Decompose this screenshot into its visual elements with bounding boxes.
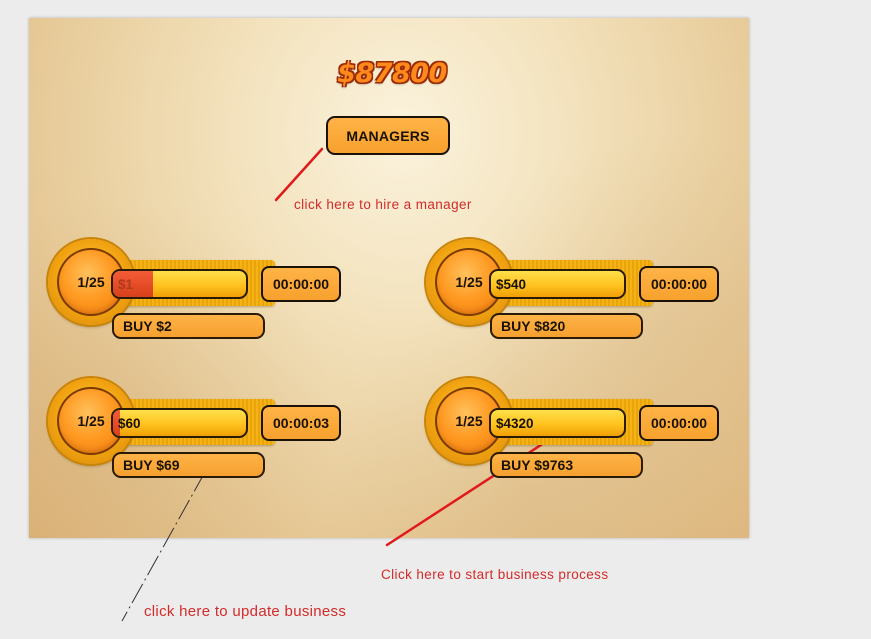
business-card: 1/25 $1 00:00:00 BUY $2	[34, 238, 344, 343]
income-label: $540	[496, 276, 527, 292]
start-process-hint: Click here to start business process	[381, 567, 609, 582]
income-progress-bar: $60	[111, 408, 248, 438]
money-counter: $87800	[337, 58, 447, 89]
business-timer: 00:00:00	[639, 405, 719, 441]
income-progress-bar: $4320	[489, 408, 626, 438]
business-card: 1/25 $60 00:00:03 BUY $69	[34, 377, 344, 482]
game-panel: $87800 MANAGERS 1/25 $1 00:00:00 BUY $2 …	[29, 18, 749, 538]
business-timer: 00:00:03	[261, 405, 341, 441]
buy-button[interactable]: BUY $69	[112, 452, 265, 478]
business-timer: 00:00:00	[261, 266, 341, 302]
income-progress-bar: $540	[489, 269, 626, 299]
buy-button[interactable]: BUY $820	[490, 313, 643, 339]
income-label: $1	[118, 276, 134, 292]
income-label: $60	[118, 415, 141, 431]
buy-button[interactable]: BUY $2	[112, 313, 265, 339]
update-business-hint: click here to update business	[144, 603, 347, 620]
income-label: $4320	[496, 415, 534, 431]
managers-button[interactable]: MANAGERS	[326, 116, 450, 155]
hire-manager-hint: click here to hire a manager	[294, 197, 472, 212]
business-card: 1/25 $540 00:00:00 BUY $820	[412, 238, 722, 343]
income-progress-bar: $1	[111, 269, 248, 299]
business-card: 1/25 $4320 00:00:00 BUY $9763	[412, 377, 722, 482]
business-timer: 00:00:00	[639, 266, 719, 302]
buy-button[interactable]: BUY $9763	[490, 452, 643, 478]
